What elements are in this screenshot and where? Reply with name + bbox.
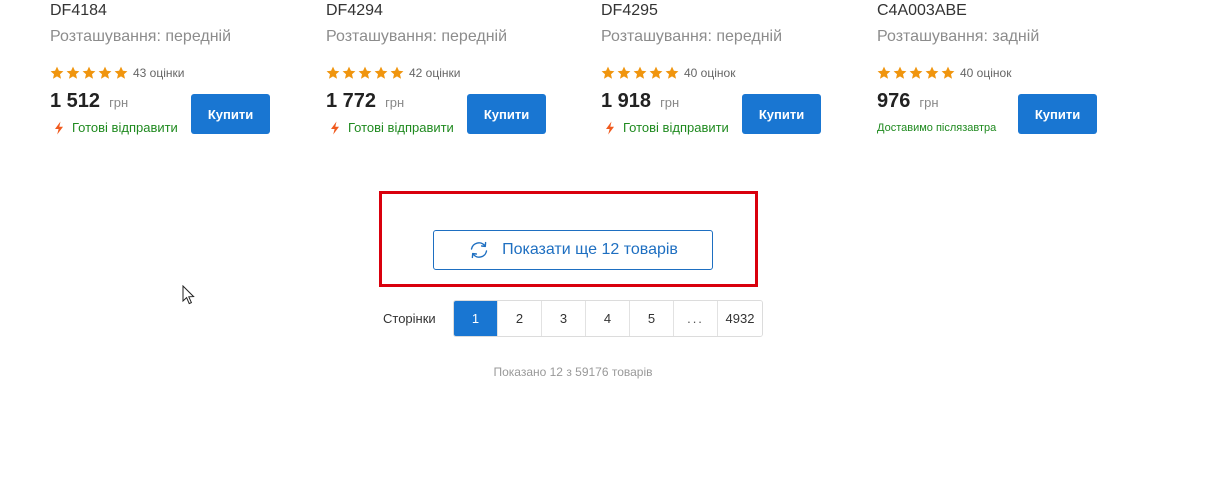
rating-stars — [50, 66, 128, 80]
product-rating[interactable]: 40 оцінок — [877, 66, 1011, 80]
product-location: Розташування: задній — [877, 28, 1040, 45]
currency-label: грн — [919, 95, 939, 110]
star-icon — [374, 66, 388, 79]
currency-label: грн — [385, 95, 405, 110]
shipping-text: Готові відправити — [72, 120, 178, 135]
product-code[interactable]: DF4295 — [601, 2, 658, 20]
shipping-text: Готові відправити — [348, 120, 454, 135]
product-price: 976 — [877, 90, 911, 112]
rating-stars — [326, 66, 404, 80]
star-icon — [633, 66, 647, 79]
buy-button[interactable]: Купити — [467, 94, 546, 134]
star-icon — [50, 66, 64, 79]
bolt-icon — [55, 121, 63, 135]
page-button-1[interactable]: 1 — [454, 301, 498, 336]
page-button-5[interactable]: 5 — [630, 301, 674, 336]
product-price: 1 918 — [601, 90, 652, 112]
product-card: DF4295 Розташування: передній 40 оцінок … — [601, 0, 861, 140]
star-icon — [617, 66, 631, 79]
buy-button[interactable]: Купити — [1018, 94, 1097, 134]
review-count: 43 оцінки — [133, 66, 185, 80]
star-icon — [877, 66, 891, 79]
star-icon — [649, 66, 663, 79]
bolt-icon — [606, 121, 614, 135]
pagination: 1 2 3 4 5 ... 4932 — [453, 300, 763, 337]
review-count: 40 оцінок — [684, 66, 736, 80]
page-ellipsis: ... — [674, 301, 718, 336]
shipping-status: Готові відправити — [50, 121, 178, 135]
buy-button[interactable]: Купити — [191, 94, 270, 134]
review-count: 40 оцінок — [960, 66, 1012, 80]
product-location: Розташування: передній — [50, 28, 232, 45]
page-button-3[interactable]: 3 — [542, 301, 586, 336]
product-card: DF4294 Розташування: передній 42 оцінки … — [326, 0, 586, 140]
star-icon — [66, 66, 80, 79]
star-icon — [665, 66, 679, 79]
product-code[interactable]: DF4184 — [50, 2, 107, 20]
star-icon — [114, 66, 128, 79]
star-icon — [358, 66, 372, 79]
shipping-text: Готові відправити — [623, 120, 729, 135]
star-icon — [601, 66, 615, 79]
product-price: 1 512 — [50, 90, 101, 112]
product-card: DF4184 Розташування: передній 43 оцінки … — [50, 0, 310, 140]
star-icon — [941, 66, 955, 79]
product-location: Розташування: передній — [601, 28, 783, 45]
product-location: Розташування: передній — [326, 28, 508, 45]
star-icon — [909, 66, 923, 79]
shipping-status: Доставимо післязавтра — [877, 121, 996, 135]
star-icon — [893, 66, 907, 79]
star-icon — [82, 66, 96, 79]
page-button-4[interactable]: 4 — [586, 301, 630, 336]
price-row: 976 грн — [877, 90, 939, 112]
shipping-status: Готові відправити — [601, 121, 729, 135]
star-icon — [925, 66, 939, 79]
bolt-icon — [331, 121, 339, 135]
product-code[interactable]: C4A003ABE — [877, 2, 967, 20]
price-row: 1 772 грн — [326, 90, 404, 112]
results-summary: Показано 12 з 59176 товарів — [493, 365, 653, 379]
star-icon — [98, 66, 112, 79]
star-icon — [342, 66, 356, 79]
shipping-status: Готові відправити — [326, 121, 454, 135]
price-row: 1 512 грн — [50, 90, 128, 112]
currency-label: грн — [109, 95, 129, 110]
star-icon — [326, 66, 340, 79]
rating-stars — [601, 66, 679, 80]
buy-button[interactable]: Купити — [742, 94, 821, 134]
show-more-button[interactable]: Показати ще 12 товарів — [433, 230, 713, 270]
shipping-text: Доставимо післязавтра — [877, 122, 997, 134]
page-button-2[interactable]: 2 — [498, 301, 542, 336]
star-icon — [390, 66, 404, 79]
pagination-label: Сторінки — [383, 311, 436, 326]
review-count: 42 оцінки — [409, 66, 461, 80]
refresh-icon — [470, 241, 488, 259]
show-more-label: Показати ще 12 товарів — [502, 241, 678, 258]
product-rating[interactable]: 42 оцінки — [326, 66, 460, 80]
mouse-cursor-icon — [182, 285, 195, 305]
catalog-page: DF4184 Розташування: передній 43 оцінки … — [0, 0, 1208, 483]
currency-label: грн — [660, 95, 680, 110]
rating-stars — [877, 66, 955, 80]
product-rating[interactable]: 40 оцінок — [601, 66, 735, 80]
product-card: C4A003ABE Розташування: задній 40 оцінок… — [877, 0, 1137, 140]
product-rating[interactable]: 43 оцінки — [50, 66, 184, 80]
page-button-last[interactable]: 4932 — [718, 301, 762, 336]
price-row: 1 918 грн — [601, 90, 679, 112]
product-price: 1 772 — [326, 90, 377, 112]
product-code[interactable]: DF4294 — [326, 2, 383, 20]
